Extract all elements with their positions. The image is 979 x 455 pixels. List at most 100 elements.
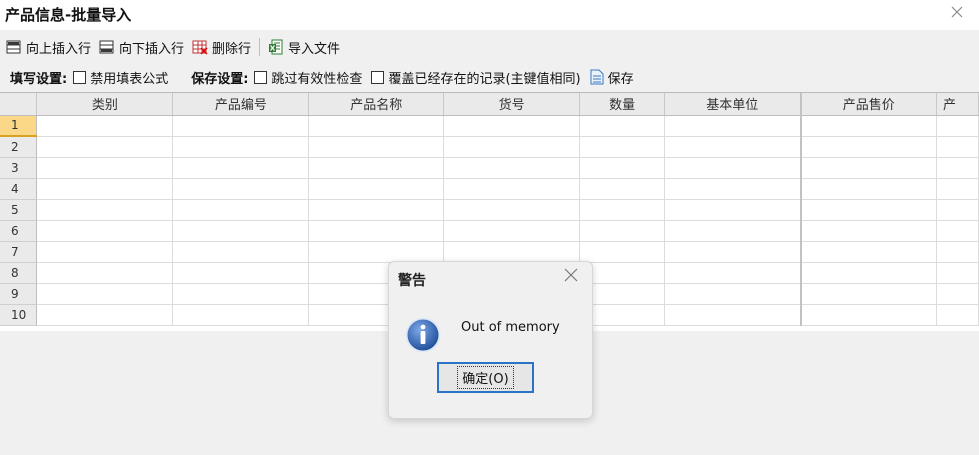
grid-cell[interactable] [36, 304, 174, 326]
grid-cell[interactable] [36, 178, 174, 200]
window-close-button[interactable] [947, 2, 967, 22]
grid-cell[interactable] [579, 157, 666, 179]
grid-cell[interactable] [172, 220, 310, 242]
grid-cell[interactable] [936, 283, 979, 305]
column-header[interactable]: 基本单位 [664, 93, 802, 116]
corner-cell[interactable] [0, 93, 38, 116]
grid-cell[interactable] [936, 157, 979, 179]
grid-cell[interactable] [800, 199, 937, 221]
grid-cell[interactable] [443, 157, 581, 179]
checkbox-box[interactable] [73, 70, 87, 84]
grid-cell[interactable] [443, 136, 581, 158]
grid-cell[interactable] [664, 157, 802, 179]
grid-cell[interactable] [443, 241, 581, 263]
row-number[interactable]: 6 [0, 220, 38, 242]
grid-cell[interactable] [936, 115, 979, 137]
grid-cell[interactable] [36, 262, 174, 284]
grid-cell[interactable] [579, 220, 666, 242]
row-number[interactable]: 2 [0, 136, 38, 158]
grid-cell[interactable] [664, 199, 802, 221]
grid-cell[interactable] [936, 304, 979, 326]
grid-cell[interactable] [443, 115, 581, 137]
grid-cell[interactable] [172, 241, 310, 263]
skip-validation-checkbox[interactable]: 跳过有效性检查 [254, 68, 362, 87]
grid-cell[interactable] [308, 241, 445, 263]
grid-cell[interactable] [308, 157, 445, 179]
grid-cell[interactable] [664, 220, 802, 242]
grid-cell[interactable] [936, 241, 979, 263]
grid-cell[interactable] [36, 199, 174, 221]
grid-cell[interactable] [800, 178, 937, 200]
row-number[interactable]: 8 [0, 262, 38, 284]
column-header[interactable]: 产品名称 [308, 93, 445, 116]
row-number[interactable]: 4 [0, 178, 38, 200]
grid-cell[interactable] [579, 178, 666, 200]
row-number[interactable]: 1 [0, 115, 38, 137]
grid-cell[interactable] [172, 178, 310, 200]
dialog-close-button[interactable] [562, 266, 580, 284]
column-header[interactable]: 产 [936, 93, 979, 116]
insert-below-button[interactable]: 向下插入行 [96, 36, 187, 58]
grid-cell[interactable] [36, 241, 174, 263]
grid-cell[interactable] [800, 283, 937, 305]
grid-cell[interactable] [172, 157, 310, 179]
checkbox-box[interactable] [371, 70, 385, 84]
grid-cell[interactable] [172, 136, 310, 158]
grid-cell[interactable] [936, 220, 979, 242]
save-button[interactable]: 保存 [590, 68, 634, 87]
grid-cell[interactable] [579, 241, 666, 263]
grid-cell[interactable] [800, 157, 937, 179]
grid-cell[interactable] [800, 136, 937, 158]
column-header[interactable]: 数量 [579, 93, 666, 116]
grid-cell[interactable] [664, 178, 802, 200]
grid-cell[interactable] [664, 115, 802, 137]
grid-cell[interactable] [443, 178, 581, 200]
delete-row-button[interactable]: 删除行 [189, 36, 254, 58]
grid-cell[interactable] [36, 220, 174, 242]
grid-cell[interactable] [936, 136, 979, 158]
grid-cell[interactable] [664, 283, 802, 305]
disable-formula-checkbox[interactable]: 禁用填表公式 [73, 68, 168, 87]
grid-cell[interactable] [172, 304, 310, 326]
row-number[interactable]: 10 [0, 304, 38, 326]
grid-cell[interactable] [443, 220, 581, 242]
grid-cell[interactable] [936, 262, 979, 284]
grid-cell[interactable] [579, 115, 666, 137]
column-header[interactable]: 类别 [36, 93, 174, 116]
grid-cell[interactable] [664, 136, 802, 158]
grid-cell[interactable] [172, 262, 310, 284]
row-number[interactable]: 9 [0, 283, 38, 305]
grid-cell[interactable] [36, 157, 174, 179]
grid-cell[interactable] [308, 115, 445, 137]
checkbox-box[interactable] [254, 70, 268, 84]
row-number[interactable]: 3 [0, 157, 38, 179]
grid-cell[interactable] [800, 241, 937, 263]
grid-cell[interactable] [664, 241, 802, 263]
grid-cell[interactable] [172, 115, 310, 137]
column-header[interactable]: 产品编号 [172, 93, 310, 116]
grid-cell[interactable] [308, 178, 445, 200]
grid-cell[interactable] [36, 283, 174, 305]
grid-cell[interactable] [308, 136, 445, 158]
grid-cell[interactable] [308, 199, 445, 221]
overwrite-existing-checkbox[interactable]: 覆盖已经存在的记录(主键值相同) [371, 68, 581, 87]
column-header[interactable]: 货号 [443, 93, 581, 116]
grid-cell[interactable] [664, 262, 802, 284]
grid-cell[interactable] [936, 178, 979, 200]
column-header[interactable]: 产品售价 [800, 93, 937, 116]
grid-cell[interactable] [936, 199, 979, 221]
grid-cell[interactable] [172, 199, 310, 221]
grid-cell[interactable] [579, 199, 666, 221]
insert-above-button[interactable]: 向上插入行 [3, 36, 94, 58]
import-file-button[interactable]: 导入文件 [265, 36, 343, 58]
grid-cell[interactable] [443, 199, 581, 221]
ok-button[interactable]: 确定(O) [437, 362, 534, 393]
grid-cell[interactable] [36, 115, 174, 137]
grid-cell[interactable] [800, 262, 937, 284]
row-number[interactable]: 5 [0, 199, 38, 221]
grid-cell[interactable] [800, 220, 937, 242]
row-number[interactable]: 7 [0, 241, 38, 263]
grid-cell[interactable] [579, 136, 666, 158]
grid-cell[interactable] [36, 136, 174, 158]
grid-cell[interactable] [308, 220, 445, 242]
